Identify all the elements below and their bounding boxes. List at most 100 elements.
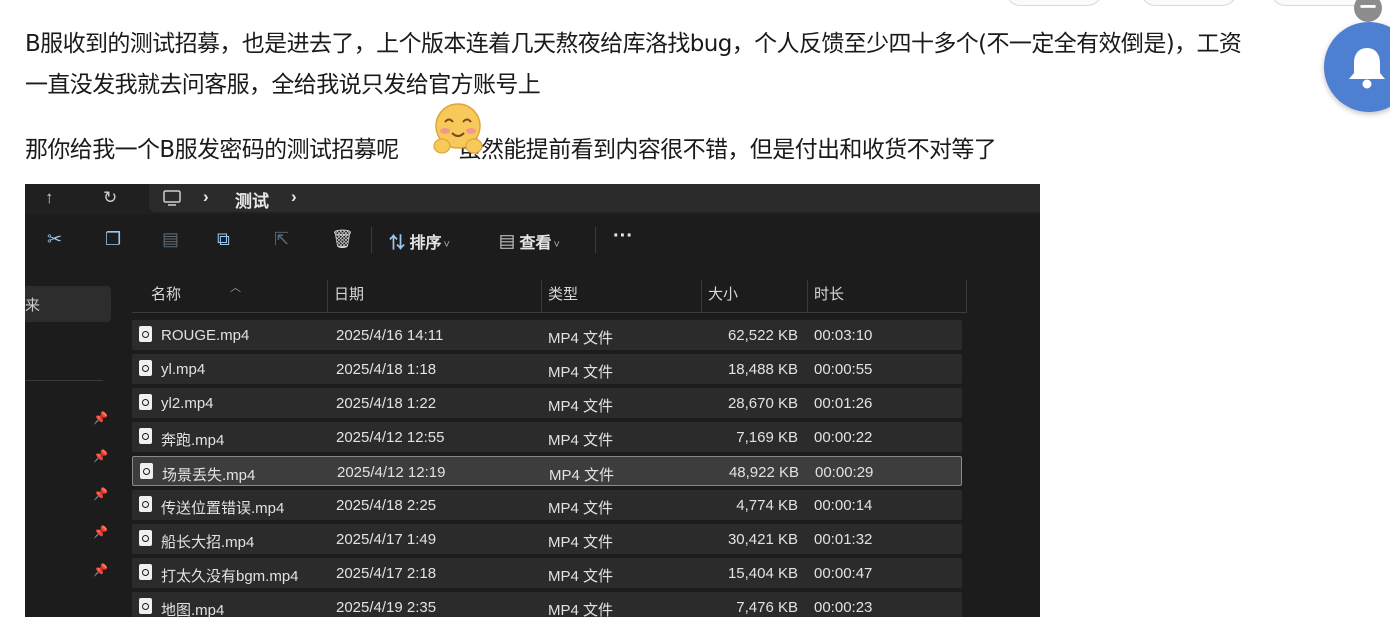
file-row[interactable]: 打太久没有bgm.mp4 2025/4/17 2:18 MP4 文件 15,404 K… xyxy=(132,558,962,588)
video-file-icon xyxy=(139,428,152,444)
post-text-line-2: 一直没发我就去问客服，全给我说只发给官方账号上 xyxy=(25,72,541,98)
explorer-screenshot: ↑ ↻ › 测试 › ✂ ❐ ▤ ⧉ ⇱ 🗑 ⇅ 排序˅ ▤ 查看˅ ··· xyxy=(25,184,1040,617)
file-size: 7,476 KB xyxy=(736,599,798,616)
file-row[interactable]: yl2.mp4 2025/4/18 1:22 MP4 文件 28,670 KB 00:0… xyxy=(132,388,962,418)
file-name: 打太久没有bgm.mp4 xyxy=(161,568,299,585)
file-type: MP4 文件 xyxy=(548,568,614,585)
pin-icon[interactable]: 📌 xyxy=(93,449,108,463)
file-date: 2025/4/17 2:18 xyxy=(336,565,437,582)
column-header-name[interactable]: 名称 xyxy=(132,280,328,312)
post-text-line-1: B服收到的测试招募，也是进去了，上个版本连着几天熬夜给库洛找bug，个人反馈至少… xyxy=(25,31,1242,57)
file-type: MP4 文件 xyxy=(548,398,614,415)
breadcrumb-folder[interactable]: 测试 xyxy=(235,187,269,212)
nav-item-selected[interactable]: 来 xyxy=(25,286,111,322)
file-row[interactable]: ROUGE.mp4 2025/4/16 14:11 MP4 文件 62,522 KB 0… xyxy=(132,320,962,350)
cut-icon[interactable]: ✂ xyxy=(47,229,62,250)
command-bar: ✂ ❐ ▤ ⧉ ⇱ 🗑 ⇅ 排序 ˅ ▤ 查看 ˅ ··· xyxy=(25,215,1040,263)
video-file-icon xyxy=(140,463,153,479)
nav-divider xyxy=(25,380,103,381)
file-duration: 00:00:29 xyxy=(815,464,874,481)
up-arrow-icon[interactable]: ↑ xyxy=(45,188,54,208)
file-duration: 00:00:14 xyxy=(814,497,873,514)
video-file-icon xyxy=(139,530,152,546)
video-file-icon xyxy=(139,394,152,410)
refresh-icon[interactable]: ↻ xyxy=(103,188,117,208)
column-header-size[interactable]: 大小 xyxy=(702,280,808,312)
file-name: 船长大招.mp4 xyxy=(161,534,255,551)
file-duration: 00:01:32 xyxy=(814,531,873,548)
toolbar-divider xyxy=(371,227,372,253)
video-file-icon xyxy=(139,564,152,580)
file-name: yl2.mp4 xyxy=(161,395,214,412)
file-size: 7,169 KB xyxy=(736,429,798,446)
copy-icon[interactable]: ❐ xyxy=(105,229,121,250)
view-label: 查看 xyxy=(519,235,552,252)
monitor-icon xyxy=(163,190,181,206)
file-type: MP4 文件 xyxy=(548,330,614,347)
pin-icon[interactable]: 📌 xyxy=(93,525,108,539)
post-text-line-3-part-2: 虽然能提前看到内容很不错，但是付出和收货不对等了 xyxy=(458,137,997,163)
delete-icon[interactable]: 🗑 xyxy=(331,229,354,250)
pin-icon[interactable]: 📌 xyxy=(93,411,108,425)
navigation-pane: 来 📌 📌 📌 📌 📌 xyxy=(25,263,117,617)
file-name: 奔跑.mp4 xyxy=(161,432,225,449)
file-row[interactable]: 地图.mp4 2025/4/19 2:35 MP4 文件 7,476 KB 00:00:… xyxy=(132,592,962,617)
chevron-down-icon: ˅ xyxy=(553,239,560,251)
file-row[interactable]: 船长大招.mp4 2025/4/17 1:49 MP4 文件 30,421 KB 00:… xyxy=(132,524,962,554)
pin-icon[interactable]: 📌 xyxy=(93,563,108,577)
file-duration: 00:00:22 xyxy=(814,429,873,446)
file-type: MP4 文件 xyxy=(548,500,614,517)
file-date: 2025/4/19 2:35 xyxy=(336,599,437,616)
file-date: 2025/4/16 14:11 xyxy=(336,327,444,344)
file-name: 传送位置错误.mp4 xyxy=(161,500,285,517)
file-type: MP4 文件 xyxy=(548,534,614,551)
column-header-date[interactable]: 日期 xyxy=(328,280,542,312)
more-options-button[interactable]: ··· xyxy=(613,225,633,248)
view-menu[interactable]: ▤ 查看 ˅ xyxy=(499,229,560,253)
address-box[interactable]: › 测试 › xyxy=(149,184,1040,212)
nav-item-label: 来 xyxy=(25,297,41,314)
file-name: 地图.mp4 xyxy=(161,602,225,617)
file-type: MP4 文件 xyxy=(548,432,614,449)
file-date: 2025/4/18 2:25 xyxy=(336,497,437,514)
file-size: 30,421 KB xyxy=(727,531,798,548)
column-header-duration[interactable]: 时长 xyxy=(808,280,967,312)
video-file-icon xyxy=(139,360,152,376)
collapse-badge[interactable]: − xyxy=(1354,0,1382,22)
file-date: 2025/4/12 12:19 xyxy=(337,464,446,481)
paste-icon[interactable]: ▤ xyxy=(162,229,179,250)
file-size: 62,522 KB xyxy=(727,327,798,344)
notification-button[interactable] xyxy=(1324,22,1390,112)
bell-icon xyxy=(1349,48,1385,89)
file-date: 2025/4/18 1:22 xyxy=(336,395,437,412)
file-name: yl.mp4 xyxy=(161,361,206,378)
top-pill-button-1[interactable] xyxy=(1005,0,1103,6)
toolbar-divider xyxy=(595,227,596,253)
file-duration: 00:00:23 xyxy=(814,599,873,616)
sort-label: 排序 xyxy=(409,235,442,252)
breadcrumb-trailing[interactable]: › xyxy=(291,187,297,207)
chevron-down-icon: ˅ xyxy=(443,239,450,251)
file-row[interactable]: 场景丢失.mp4 2025/4/12 12:19 MP4 文件 48,922 KB 00… xyxy=(132,456,962,486)
column-header-type[interactable]: 类型 xyxy=(542,280,702,312)
pin-icon[interactable]: 📌 xyxy=(93,487,108,501)
file-size: 28,670 KB xyxy=(727,395,798,412)
top-pill-button-2[interactable] xyxy=(1140,0,1238,6)
post-text-line-3: 那你给我一个B服发密码的测试招募呢 虽然能提前看到内容很不错，但是付出和收货不对等… xyxy=(25,134,997,166)
file-name: 场景丢失.mp4 xyxy=(162,467,256,484)
address-bar: ↑ ↻ › 测试 › xyxy=(25,184,1040,214)
file-row[interactable]: 奔跑.mp4 2025/4/12 12:55 MP4 文件 7,169 KB 00:00… xyxy=(132,422,962,452)
share-icon[interactable]: ⇱ xyxy=(274,229,289,250)
column-headers: 名称 日期 类型 大小 时长 xyxy=(132,280,967,312)
file-row[interactable]: 传送位置错误.mp4 2025/4/18 2:25 MP4 文件 4,774 KB 00… xyxy=(132,490,962,520)
sort-icon: ⇅ xyxy=(389,235,406,252)
file-name: ROUGE.mp4 xyxy=(161,327,250,344)
header-divider xyxy=(132,312,967,313)
breadcrumb-separator: › xyxy=(203,187,209,206)
rename-icon[interactable]: ⧉ xyxy=(217,229,230,250)
file-date: 2025/4/17 1:49 xyxy=(336,531,437,548)
file-date: 2025/4/12 12:55 xyxy=(336,429,445,446)
sort-menu[interactable]: ⇅ 排序 ˅ xyxy=(389,229,450,253)
file-size: 48,922 KB xyxy=(728,464,799,481)
file-row[interactable]: yl.mp4 2025/4/18 1:18 MP4 文件 18,488 KB 00:00… xyxy=(132,354,962,384)
